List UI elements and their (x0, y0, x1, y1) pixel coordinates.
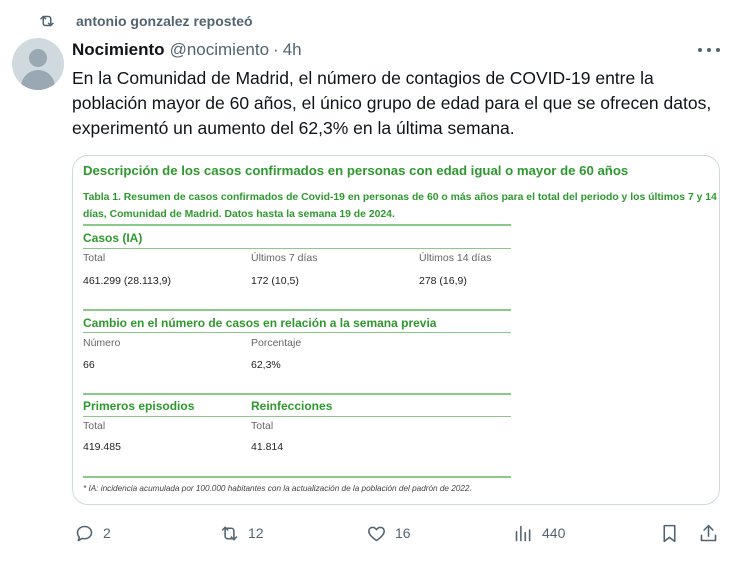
casos-heading: Casos (IA) (83, 231, 143, 245)
reinfecciones-label-total: Total (251, 420, 274, 432)
reply-count: 2 (103, 525, 111, 541)
author-handle[interactable]: @nocimiento (170, 40, 269, 60)
casos-label-14d: Últimos 14 días (419, 252, 492, 264)
casos-value-total: 461.299 (28.113,9) (83, 275, 171, 287)
bookmark-button[interactable] (659, 518, 680, 548)
tweet-actions-bar: 2 12 16 440 (0, 518, 738, 548)
cambio-value-numero: 66 (83, 359, 95, 371)
avatar-body-shape (21, 70, 55, 90)
table-footnote: * IA: incidencia acumulada por 100.000 h… (83, 484, 472, 493)
share-icon (700, 524, 717, 541)
cambio-label-numero: Número (83, 337, 121, 349)
primeros-episodios-heading: Primeros episodios (83, 399, 195, 413)
casos-label-total: Total (83, 252, 106, 264)
bookmark-icon (663, 524, 676, 542)
table-divider (83, 309, 511, 311)
separator-dot: · (273, 40, 279, 59)
like-button[interactable]: 16 (366, 518, 411, 548)
table-divider (83, 416, 511, 417)
more-options-icon[interactable] (698, 40, 720, 60)
repost-count: 12 (248, 525, 264, 541)
casos-label-7d: Últimos 7 días (251, 252, 318, 264)
casos-value-7d: 172 (10,5) (251, 275, 299, 287)
repost-text[interactable]: antonio gonzalez reposteó (76, 13, 253, 29)
table-divider (83, 332, 511, 333)
repost-indicator[interactable]: antonio gonzalez reposteó (38, 10, 253, 32)
analytics-icon (515, 525, 531, 541)
cambio-value-porcentaje: 62,3% (251, 359, 281, 371)
table-divider (83, 248, 511, 249)
view-count: 440 (542, 525, 566, 541)
reinfecciones-value-total: 41.814 (251, 441, 284, 453)
avatar[interactable] (12, 38, 64, 90)
reply-button[interactable]: 2 (74, 518, 111, 548)
tweet-header: Nocimiento @nocimiento · 4h (72, 38, 302, 62)
share-button[interactable] (698, 518, 719, 548)
views-button[interactable]: 440 (513, 518, 565, 548)
like-count: 16 (395, 525, 411, 541)
cambio-heading: Cambio en el número de casos en relación… (83, 316, 437, 330)
table-divider (83, 393, 511, 395)
reply-icon (76, 525, 93, 541)
table-divider (83, 224, 511, 226)
table-divider (83, 476, 511, 478)
heart-icon (368, 526, 385, 541)
avatar-head-shape (29, 49, 47, 67)
repost-icon (40, 15, 54, 27)
primeros-value-total: 419.485 (83, 441, 121, 453)
tweet-text: En la Comunidad de Madrid, el número de … (72, 68, 712, 138)
tweet-time[interactable]: 4h (283, 40, 302, 60)
media-title: Descripción de los casos confirmados en … (83, 163, 629, 178)
author-name[interactable]: Nocimiento (72, 40, 165, 60)
primeros-label-total: Total (83, 420, 106, 432)
repost-button[interactable]: 12 (219, 518, 264, 548)
reinfecciones-heading: Reinfecciones (251, 399, 333, 413)
repost-icon (221, 526, 238, 540)
cambio-label-porcentaje: Porcentaje (251, 337, 302, 349)
table-caption: Tabla 1. Resumen de casos confirmados de… (83, 192, 717, 220)
tweet-media-image[interactable]: Descripción de los casos confirmados en … (72, 155, 720, 505)
casos-value-14d: 278 (16,9) (419, 275, 467, 287)
